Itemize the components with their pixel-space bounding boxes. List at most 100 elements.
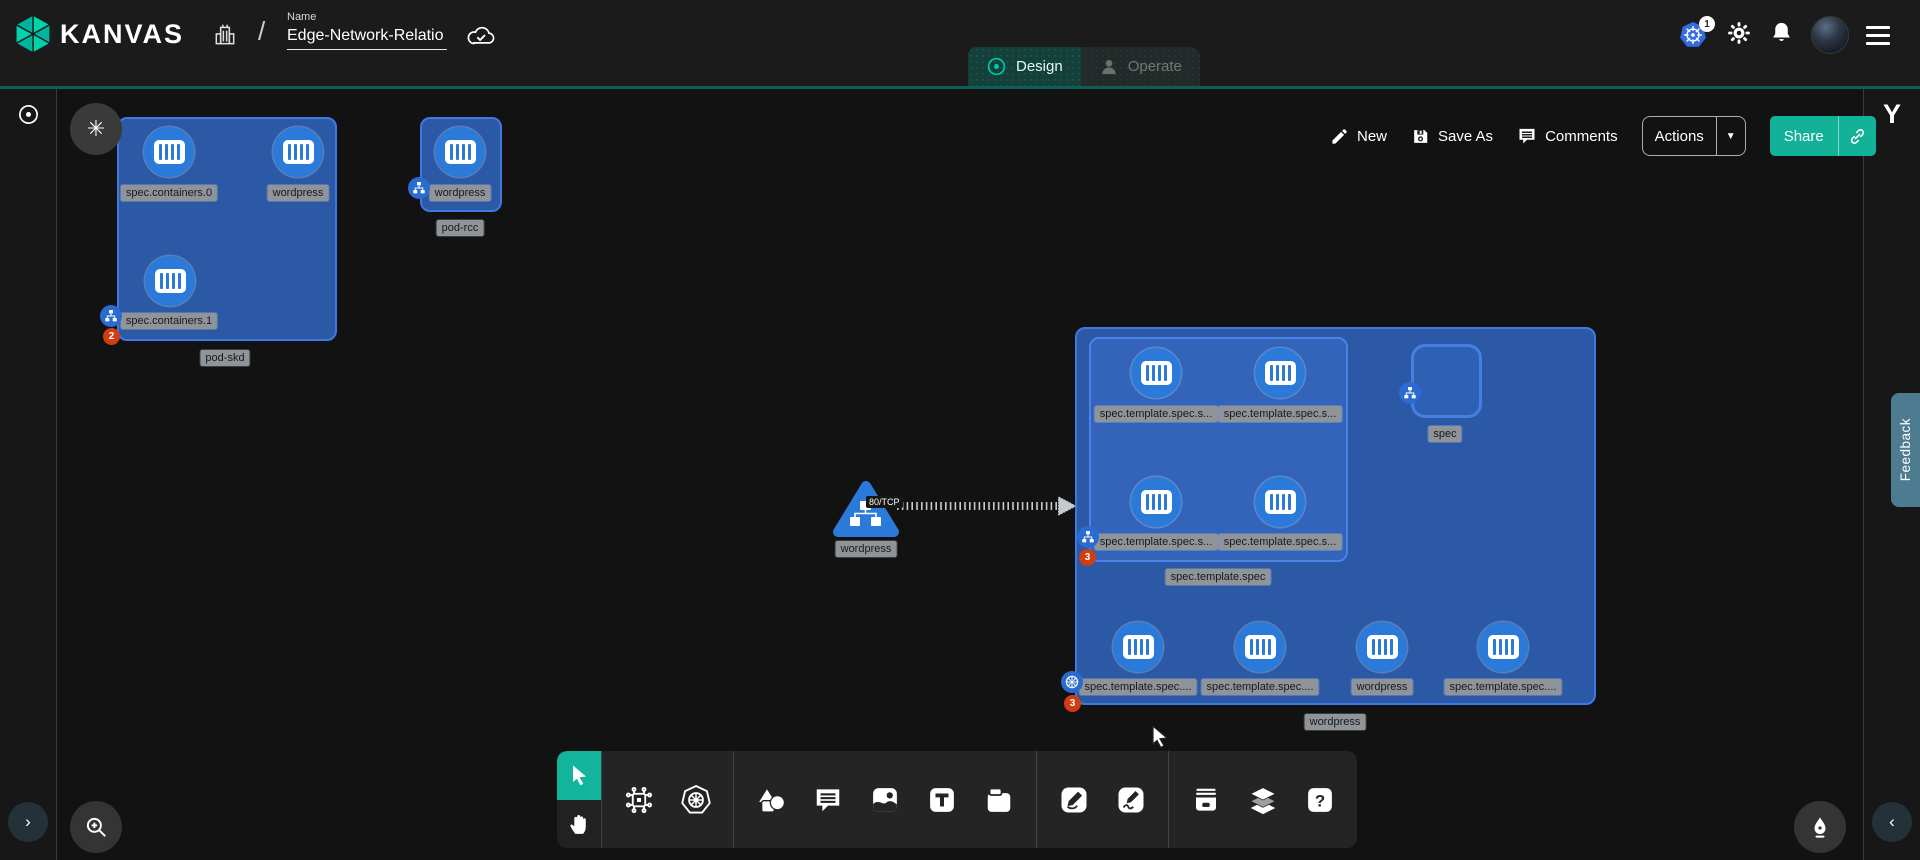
pan-tool-button[interactable] (557, 800, 601, 849)
note-tool-button[interactable] (976, 777, 1022, 823)
select-tool-button[interactable] (557, 751, 601, 800)
canvas-toolbar: ? (557, 751, 1357, 848)
bell-icon (1769, 20, 1794, 45)
cursor-arrow-icon (567, 763, 591, 787)
group-label: pod-rcc (437, 220, 484, 236)
cloud-saved-icon (465, 24, 497, 48)
chevron-right-icon: › (25, 812, 31, 832)
comment-tool-button[interactable] (805, 777, 851, 823)
toolbar-group-drawing (1036, 751, 1168, 848)
expand-right-panel-button[interactable]: ‹ (1872, 802, 1912, 842)
actions-caret-icon[interactable]: ▼ (1716, 117, 1745, 155)
zoom-button[interactable] (70, 801, 122, 853)
tab-operate[interactable]: Operate (1081, 47, 1200, 86)
new-label: New (1357, 128, 1387, 145)
pen-tool-button[interactable] (1051, 777, 1097, 823)
container-node-wordpress[interactable] (273, 127, 323, 177)
container-node[interactable] (1255, 477, 1305, 527)
logo-wordmark: KANVAS (60, 19, 184, 50)
tab-operate-label: Operate (1128, 58, 1182, 75)
error-count-badge[interactable]: 3 (1064, 695, 1081, 712)
component-tool-button[interactable] (616, 777, 662, 823)
text-tool-button[interactable] (919, 777, 965, 823)
container-icon (154, 140, 185, 164)
share-split-button[interactable]: Share (1770, 116, 1876, 156)
hierarchy-badge[interactable] (100, 305, 122, 327)
organization-icon[interactable] (212, 22, 238, 48)
y-panel-icon[interactable]: Y (1883, 99, 1901, 130)
error-count-badge[interactable]: 3 (1079, 549, 1096, 566)
settings-button[interactable] (1726, 20, 1752, 51)
new-button[interactable]: New (1330, 127, 1387, 146)
group-label: pod-skd (200, 350, 249, 366)
share-link-icon[interactable] (1838, 116, 1876, 156)
help-tool-button[interactable]: ? (1297, 777, 1343, 823)
meshery-spinner-icon[interactable] (17, 103, 40, 131)
container-node-spec-containers-0[interactable] (144, 127, 194, 177)
container-icon (1265, 361, 1296, 385)
container-node[interactable] (1255, 348, 1305, 398)
node-label: wordpress (268, 185, 329, 201)
mode-tabs: Design Operate (968, 47, 1200, 86)
hamburger-menu-icon[interactable] (1866, 26, 1890, 45)
pointer-tools-column (557, 751, 601, 848)
container-node[interactable] (1235, 622, 1285, 672)
drawer-icon (1191, 785, 1221, 815)
freehand-tool-button[interactable] (1108, 777, 1154, 823)
user-avatar[interactable] (1811, 16, 1849, 54)
container-node-wordpress[interactable] (435, 127, 485, 177)
kubernetes-context-button[interactable]: 1 (1677, 19, 1709, 51)
container-node[interactable] (1131, 477, 1181, 527)
group-pod-template-spec[interactable] (1089, 337, 1348, 562)
pen-path-icon (1059, 785, 1089, 815)
service-node-wordpress[interactable] (832, 478, 900, 545)
container-node[interactable] (1357, 622, 1407, 672)
comments-button[interactable]: Comments (1517, 126, 1618, 146)
design-name-field[interactable]: Name Edge-Network-Relatio (287, 11, 447, 50)
network-edge[interactable] (893, 492, 1083, 520)
hierarchy-badge[interactable] (408, 177, 430, 199)
operate-person-icon (1099, 57, 1119, 77)
pen-nib-icon (1808, 815, 1832, 839)
expand-left-panel-button[interactable]: › (8, 802, 48, 842)
save-as-button[interactable]: Save As (1411, 127, 1493, 146)
container-node[interactable] (1113, 622, 1163, 672)
hierarchy-badge[interactable] (1399, 382, 1421, 404)
error-count-badge[interactable]: 2 (103, 328, 120, 345)
container-node[interactable] (1131, 348, 1181, 398)
container-node[interactable] (1478, 622, 1528, 672)
kubernetes-badge[interactable] (1061, 671, 1083, 693)
breadcrumb-slash: / (258, 16, 265, 47)
comments-label: Comments (1545, 128, 1618, 145)
container-node-spec-containers-1[interactable] (145, 256, 195, 306)
node-label: spec.template.spec.s... (1095, 406, 1218, 422)
kanvas-app: KANVAS / Name Edge-Network-Relatio (0, 0, 1920, 860)
layers-icon (1247, 784, 1279, 816)
actions-split-button[interactable]: Actions ▼ (1642, 116, 1746, 156)
kubernetes-tool-button[interactable] (673, 777, 719, 823)
configuration-flower-button[interactable]: ✳ (70, 103, 122, 155)
node-label: spec.template.spec.s... (1219, 406, 1342, 422)
shapes-icon (755, 784, 787, 816)
share-label[interactable]: Share (1770, 128, 1838, 145)
spec-node[interactable] (1411, 344, 1482, 418)
gear-icon (1726, 20, 1752, 46)
feedback-tab[interactable]: Feedback (1891, 393, 1920, 507)
flower-icon: ✳ (87, 116, 105, 142)
tab-design[interactable]: Design (968, 47, 1081, 86)
freestyle-drawing-button[interactable] (1794, 801, 1846, 853)
left-rail: › (0, 89, 57, 860)
name-field-value[interactable]: Edge-Network-Relatio (287, 27, 447, 50)
image-tool-button[interactable] (862, 777, 908, 823)
drawer-tool-button[interactable] (1183, 777, 1229, 823)
header-right-icons: 1 (1677, 0, 1890, 70)
hierarchy-badge[interactable] (1077, 526, 1099, 548)
notifications-button[interactable] (1769, 20, 1794, 50)
kanvas-logo[interactable]: KANVAS (14, 13, 184, 55)
container-icon (1245, 635, 1276, 659)
layers-tool-button[interactable] (1240, 777, 1286, 823)
toolbar-group-components (601, 751, 733, 848)
actions-label[interactable]: Actions (1643, 128, 1716, 145)
shapes-tool-button[interactable] (748, 777, 794, 823)
node-label: spec.containers.1 (121, 313, 217, 329)
